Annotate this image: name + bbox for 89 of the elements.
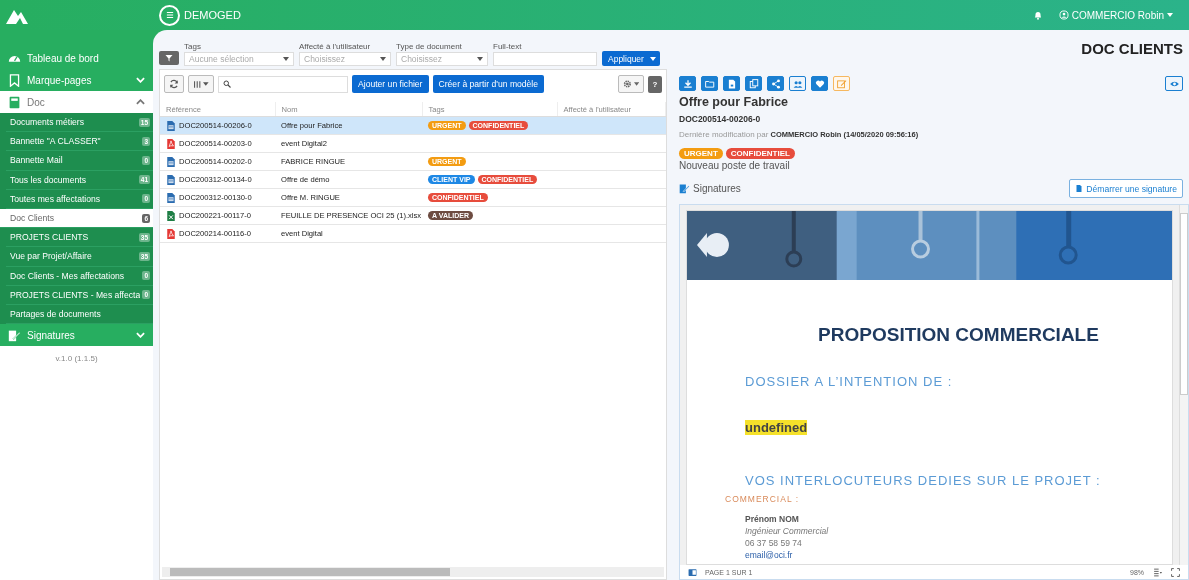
signature-icon <box>679 183 690 194</box>
sidebar-item[interactable]: Doc <box>0 91 153 113</box>
document-description: Nouveau poste de travail <box>679 160 791 171</box>
contact-phone: 06 37 58 59 74 <box>745 538 802 548</box>
search-field[interactable] <box>218 75 348 93</box>
share-button[interactable] <box>767 76 784 91</box>
user-menu[interactable]: COMMERCIO Robin <box>1052 8 1179 22</box>
user-icon <box>1058 10 1069 20</box>
scrollbar[interactable] <box>1179 205 1188 565</box>
copy-button[interactable] <box>745 76 762 91</box>
highlighted-text: undefined <box>745 420 808 435</box>
copy-icon <box>748 78 759 89</box>
download-icon <box>682 78 693 89</box>
heart-button[interactable] <box>811 76 828 91</box>
caret-icon <box>136 99 145 105</box>
users-icon <box>792 78 803 89</box>
columns-icon <box>193 79 202 89</box>
caret-icon <box>136 332 145 339</box>
toolbar-button[interactable]: Ajouter un fichier <box>352 75 429 93</box>
scrollbar[interactable] <box>162 567 664 577</box>
share-icon <box>770 78 781 89</box>
dropdown-field[interactable]: Choisissez <box>396 52 488 66</box>
field-label: Type de document <box>396 42 463 51</box>
bookmark-icon <box>8 73 21 87</box>
folder-icon <box>704 78 715 89</box>
columns-button[interactable] <box>188 75 214 93</box>
settings-icon <box>623 79 632 89</box>
section-title: Signatures <box>693 183 741 194</box>
caret-icon <box>649 56 656 61</box>
users-button[interactable] <box>789 76 806 91</box>
contact-name: Prénom NOM <box>745 514 799 524</box>
refresh-button[interactable] <box>164 75 184 93</box>
view-menu-icon <box>1152 567 1163 577</box>
preview-toggle-button[interactable] <box>1165 76 1183 91</box>
book-icon <box>8 95 21 109</box>
settings-button[interactable] <box>618 75 644 93</box>
contact-title: Ingénieur Commercial <box>745 526 829 536</box>
document-icon <box>166 119 176 132</box>
download-button[interactable] <box>679 76 696 91</box>
refresh-icon <box>169 79 179 89</box>
spreadsheet-icon <box>166 209 176 222</box>
document-icon <box>166 173 176 186</box>
file-button[interactable] <box>723 76 740 91</box>
signature-icon <box>8 328 21 342</box>
help-button[interactable]: ? <box>648 75 662 93</box>
caret-icon <box>633 82 639 86</box>
fullscreen-icon <box>1171 567 1180 577</box>
caret-icon <box>136 77 145 83</box>
file-icon <box>726 78 737 89</box>
role-label: COMMERCIAL : <box>725 494 800 504</box>
document-icon <box>166 191 176 204</box>
caret-icon <box>380 57 386 61</box>
menu-button[interactable] <box>159 4 180 26</box>
file-icon <box>1075 184 1084 193</box>
app-name: DEMOGED <box>184 9 241 21</box>
dropdown-field[interactable]: Aucune sélection <box>184 52 294 66</box>
menu-icon <box>164 10 175 20</box>
caret-icon <box>283 57 289 61</box>
document-heading: PROPOSITION COMMERCIALE <box>818 324 1099 346</box>
caret-icon <box>1167 13 1173 17</box>
tag: CONFIDENTIEL <box>725 148 795 159</box>
edit-icon <box>836 78 847 89</box>
document-title: Offre pour Fabrice <box>679 95 790 109</box>
heart-icon <box>814 78 825 89</box>
pdf-icon <box>166 227 176 240</box>
document-subheading: DOSSIER A L’INTENTION DE : <box>745 374 953 389</box>
tag: URGENT <box>679 148 723 159</box>
contact-email: email@oci.fr <box>745 550 793 560</box>
document-reference: DOC200514-00206-0 <box>679 114 762 124</box>
field-label: Full-text <box>493 42 523 51</box>
caret-icon <box>477 57 483 61</box>
bell-icon <box>1032 10 1043 20</box>
toolbar-button[interactable]: Créer à partir d'un modèle <box>432 75 545 93</box>
page-title: DOC CLIENTS <box>1080 39 1184 59</box>
search-icon <box>223 80 231 88</box>
version-label: v.1.0 (1.1.5) <box>55 354 98 364</box>
document-subheading: VOS INTERLOCUTEURS DEDIES SUR LE PROJET : <box>745 473 1101 488</box>
filter-icon <box>165 54 173 62</box>
field-label: Affecté à l'utilisateur <box>299 42 372 51</box>
folder-button[interactable] <box>701 76 718 91</box>
start-signature-button[interactable]: Démarrer une signature <box>1069 179 1183 198</box>
field-label: Tags <box>184 42 202 51</box>
filter-button[interactable] <box>159 51 179 65</box>
pdf-icon <box>166 137 176 150</box>
fulltext-field[interactable] <box>493 52 597 66</box>
dropdown-field[interactable]: Choisissez <box>299 52 391 66</box>
document-icon <box>166 155 176 168</box>
caret-icon <box>203 82 209 86</box>
apply-button[interactable]: Appliquer <box>602 51 660 66</box>
